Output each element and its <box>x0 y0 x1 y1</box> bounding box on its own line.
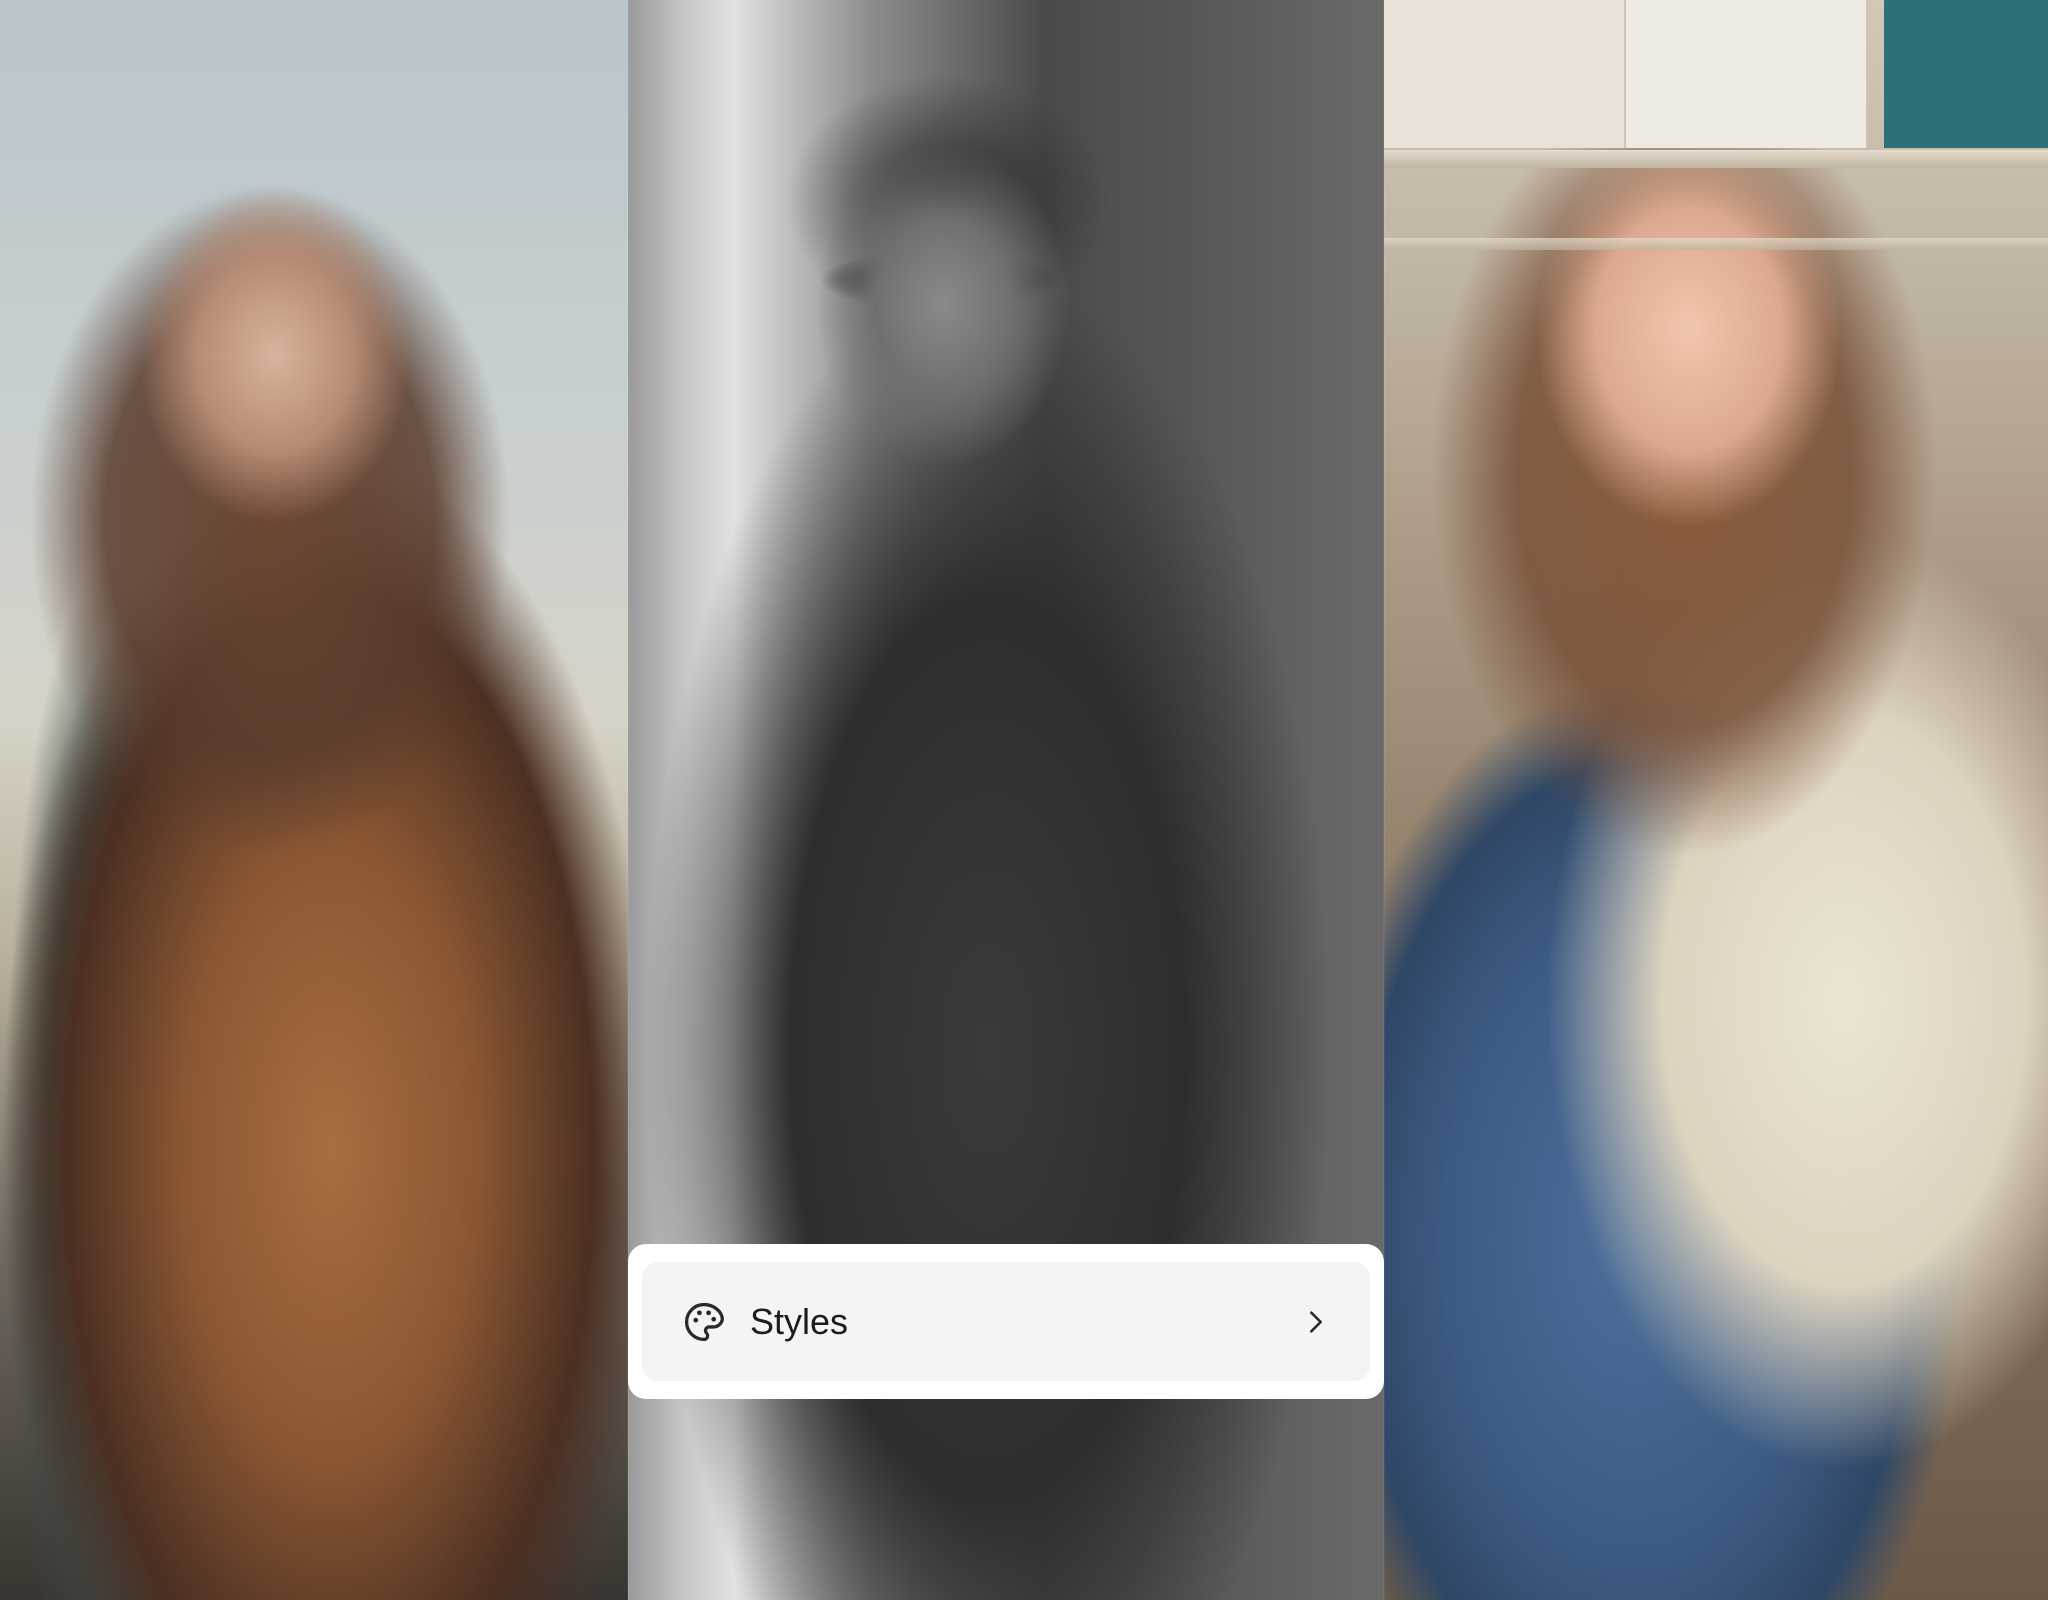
styles-menu-card: Styles <box>628 1244 1384 1399</box>
background-record-sleeve <box>1626 0 1868 148</box>
background-shelf <box>1384 238 2048 250</box>
styles-button[interactable]: Styles <box>642 1262 1370 1381</box>
photo-denim-overalls-portrait[interactable] <box>1384 0 2048 1600</box>
background-record-sleeve <box>1884 0 2048 148</box>
photo-warm-coat-portrait[interactable] <box>0 0 628 1600</box>
style-gallery: Styles <box>0 0 2048 1600</box>
background-shelf <box>1384 150 2048 168</box>
background-record-sleeve <box>1384 0 1626 148</box>
chevron-right-icon <box>1302 1308 1330 1336</box>
styles-label: Styles <box>750 1300 849 1342</box>
palette-icon <box>682 1300 726 1344</box>
